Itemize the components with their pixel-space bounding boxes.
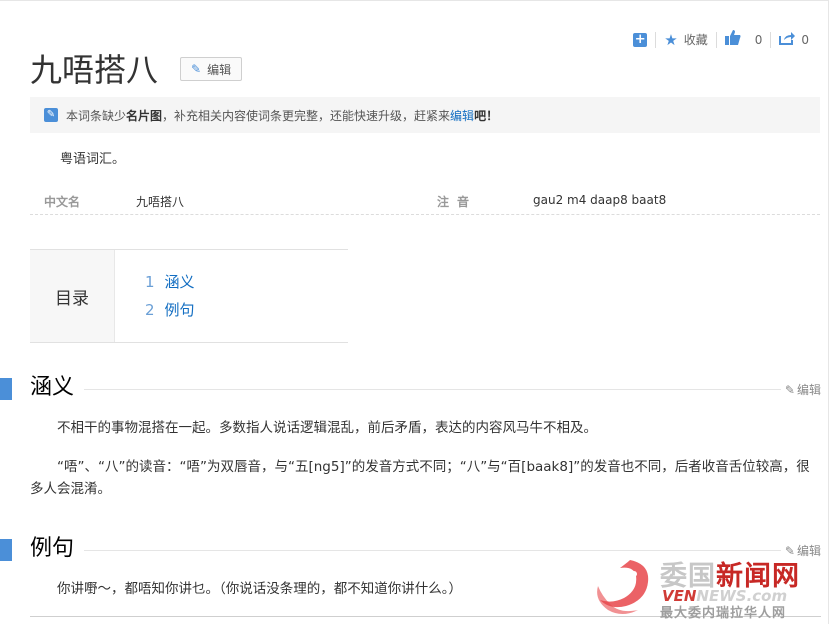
section-paragraph: 不相干的事物混搭在一起。多数指人说话逻辑混乱，前后矛盾，表达的内容风马牛不相及。 — [57, 420, 597, 436]
thumbs-up-icon — [724, 30, 741, 49]
notice-edit-link[interactable]: 编辑 — [450, 107, 474, 124]
basic-info-row: 中文名 九唔搭八 注音 gau2 m4 daap8 baat8 — [30, 188, 820, 215]
star-icon: ★ — [664, 30, 678, 49]
summary-text: 粤语词汇。 — [60, 152, 126, 167]
dragon-logo-icon — [597, 560, 649, 614]
section-marker — [0, 539, 12, 561]
like-count: 0 — [754, 32, 763, 47]
entry-toolbar: + ★ 收藏 0 0 — [625, 30, 817, 49]
add-button[interactable]: + — [625, 31, 655, 47]
section-divider — [84, 389, 781, 390]
favorite-label: 收藏 — [683, 33, 708, 47]
share-count: 0 — [801, 32, 809, 47]
toc-list: 1 涵义 2 例句 — [115, 250, 195, 342]
section-divider — [84, 550, 781, 551]
pronunciation-value: gau2 m4 daap8 baat8 — [533, 193, 667, 207]
pencil-icon: ✎ — [191, 62, 202, 76]
edit-button-label: 编辑 — [207, 62, 232, 77]
notice-bold: 名片图 — [126, 108, 163, 123]
section-title: 涵义 — [30, 375, 75, 400]
toc-item-number: 2 — [145, 301, 155, 319]
chinese-name-label: 中文名 — [44, 195, 81, 209]
plus-icon: + — [633, 31, 648, 47]
watermark-slogan: 最大委内瑞拉华人网 — [660, 606, 787, 621]
chinese-name-value: 九唔搭八 — [136, 195, 185, 209]
section-title: 例句 — [30, 536, 75, 561]
share-button[interactable]: 0 — [771, 31, 817, 49]
missing-image-notice: ✎ 本词条缺少 名片图 ，补充相关内容使词条更完整，还能快速升级，赶紧来 编辑 吧！ — [30, 97, 820, 133]
notice-prefix: 本词条缺少 — [66, 108, 127, 123]
toc-item-meaning[interactable]: 1 涵义 — [145, 268, 195, 296]
section-edit-label: 编辑 — [796, 383, 821, 397]
section-edit-link[interactable]: ✎ 编辑 — [785, 381, 821, 398]
favorite-button[interactable]: ★ 收藏 — [656, 31, 715, 49]
pronunciation-label: 注音 — [437, 195, 478, 209]
toc-item-text: 例句 — [164, 301, 195, 319]
section-marker — [0, 378, 12, 400]
toc-item-number: 1 — [145, 273, 155, 291]
edit-button[interactable]: ✎ 编辑 — [180, 57, 243, 81]
edit-notice-icon: ✎ — [44, 108, 58, 122]
pencil-icon: ✎ — [784, 382, 795, 397]
notice-middle: ，补充相关内容使词条更完整，还能快速升级，赶紧来 — [162, 108, 451, 123]
like-button[interactable]: 0 — [717, 30, 771, 49]
section-header-meaning: 涵义 ✎ 编辑 — [0, 375, 829, 402]
toc-item-examples[interactable]: 2 例句 — [145, 296, 195, 324]
toc-item-text: 涵义 — [164, 273, 195, 291]
table-of-contents: 目录 1 涵义 2 例句 — [30, 249, 348, 343]
page-title: 九唔搭八 — [30, 51, 159, 89]
section-paragraph: “唔”、“八”的读音：“唔”为双唇音，与“五[ng5]”的发音方式不同；“八”与… — [30, 459, 810, 497]
toc-label: 目录 — [30, 250, 115, 342]
share-icon — [779, 31, 796, 49]
site-watermark: 委国新闻网 VENNEWS.com 最大委内瑞拉华人网 — [590, 556, 828, 622]
notice-suffix: 吧！ — [474, 108, 499, 123]
